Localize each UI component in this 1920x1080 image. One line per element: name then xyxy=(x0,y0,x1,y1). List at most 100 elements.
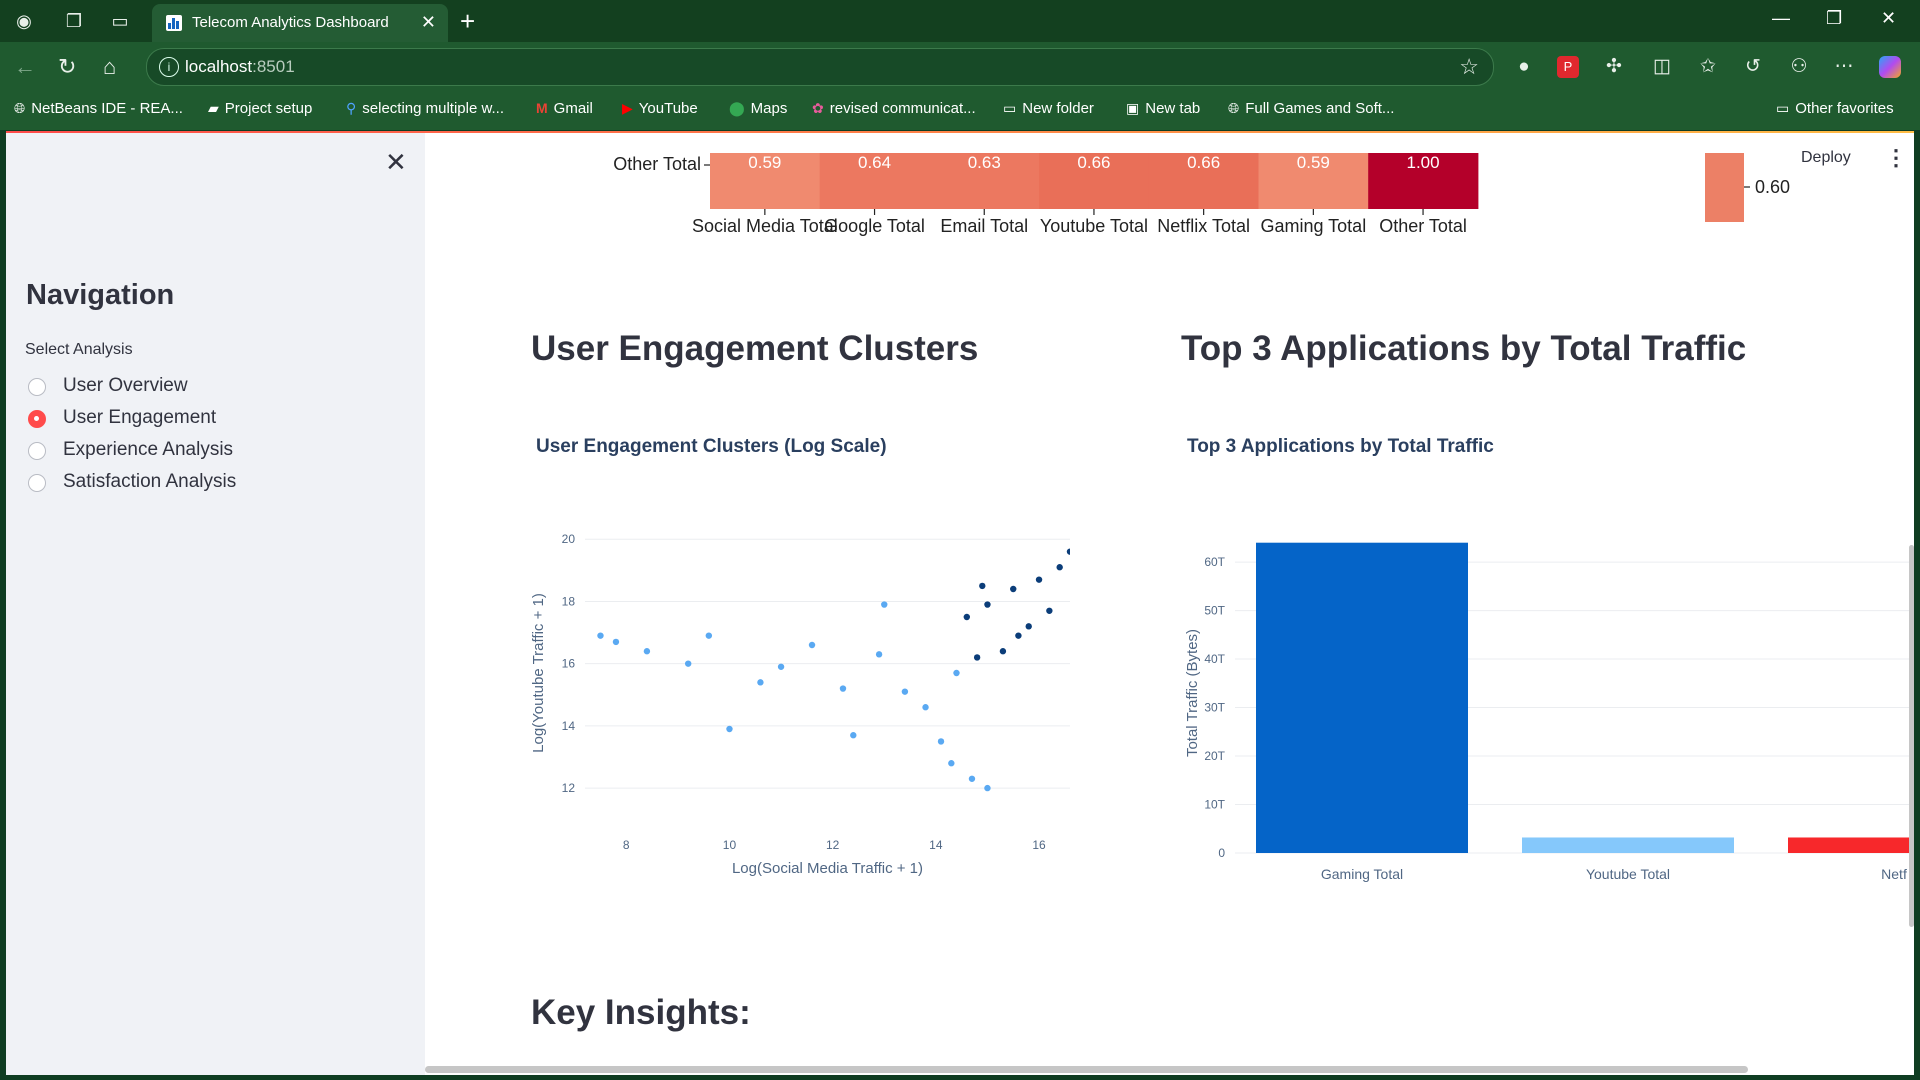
reload-icon[interactable]: ↻ xyxy=(58,54,76,80)
scatter-point xyxy=(1025,623,1032,630)
favorite-star-icon[interactable]: ☆ xyxy=(1459,54,1479,80)
section-heading-key-insights: Key Insights: xyxy=(531,993,751,1032)
url-text: localhost:8501 xyxy=(185,57,295,76)
bookmark-full-games[interactable]: 🌐︎ Full Games and Soft... xyxy=(1228,100,1394,117)
browser-tab[interactable]: Telecom Analytics Dashboard ✕ xyxy=(152,4,448,42)
back-icon[interactable]: ← xyxy=(14,54,36,80)
close-sidebar-icon[interactable]: ✕ xyxy=(385,147,407,178)
bar-x-tick-label: Netf xyxy=(1881,866,1907,882)
home-icon[interactable]: ⌂ xyxy=(103,54,116,80)
site-info-icon[interactable]: i xyxy=(159,57,179,77)
horizontal-scrollbar[interactable] xyxy=(425,1066,1748,1073)
bar-y-tick-label: 0 xyxy=(1218,846,1225,860)
heatmap-column-label: Netflix Total xyxy=(1157,216,1250,236)
radio-circle-icon xyxy=(28,474,46,492)
workspaces-icon[interactable]: ❐ xyxy=(62,9,86,33)
scatter-x-axis-label: Log(Social Media Traffic + 1) xyxy=(732,860,923,877)
engagement-scatter-chart: 12 14 16 18 20 8 10 12 14 16 Log(Social Media Traf… xyxy=(530,532,1070,877)
more-options-icon[interactable]: ⋯ xyxy=(1833,56,1855,78)
heatmap-cell-value: 0.59 xyxy=(748,153,781,172)
split-screen-icon[interactable]: ◫ xyxy=(1651,56,1673,78)
bookmark-revised-communication[interactable]: ✿ revised communicat... xyxy=(812,100,976,117)
history-icon[interactable]: ↺ xyxy=(1742,56,1764,78)
scatter-point xyxy=(1035,576,1043,583)
sidebar: ✕ Navigation Select Analysis User Overvi… xyxy=(6,133,425,1075)
extensions-puzzle-icon[interactable]: ✣ xyxy=(1603,56,1625,78)
bar-y-tick-label: 10T xyxy=(1204,798,1225,812)
heatmap-column-label: Email Total xyxy=(940,216,1028,236)
tab-actions-icon[interactable]: ▭ xyxy=(108,9,132,33)
correlation-heatmap: Other Total 0.59 0.64 0.63 0.66 0.66 0.59 1.00… xyxy=(613,153,1790,236)
bar-y-tick-label: 60T xyxy=(1204,555,1225,569)
tab-title: Telecom Analytics Dashboard xyxy=(192,14,389,31)
folder-icon: ▭ xyxy=(1003,100,1017,116)
scatter-point xyxy=(922,704,929,711)
other-favorites[interactable]: ▭ Other favorites xyxy=(1776,100,1894,117)
select-analysis-label: Select Analysis xyxy=(25,341,133,358)
scatter-point xyxy=(881,601,888,608)
scatter-point xyxy=(999,648,1007,655)
restore-icon[interactable]: ❐ xyxy=(1826,8,1842,29)
scatter-y-axis-label: Log(Youtube Traffic + 1) xyxy=(530,593,547,753)
gmail-icon: M xyxy=(536,100,548,116)
extension-icon[interactable]: ● xyxy=(1513,56,1535,78)
heatmap-cell-value: 0.66 xyxy=(1077,153,1110,172)
top-apps-bar-chart: 0 10T 20T 30T 40T 50T 60T Gaming Total Youtube T… xyxy=(1184,542,1914,882)
browser-profile-icon[interactable]: ◉ xyxy=(12,9,36,33)
scatter-y-tick-label: 14 xyxy=(562,719,576,733)
favorites-icon[interactable]: ✩ xyxy=(1697,56,1719,78)
heatmap-column-label: Social Media Total xyxy=(692,216,838,236)
scatter-point xyxy=(948,760,955,767)
radio-satisfaction-analysis[interactable]: Satisfaction Analysis xyxy=(28,470,268,498)
radio-user-overview[interactable]: User Overview xyxy=(28,374,268,402)
bookmark-maps[interactable]: ⬤ Maps xyxy=(729,100,787,117)
heatmap-column-label: Youtube Total xyxy=(1040,216,1148,236)
globe-icon: 🌐︎ xyxy=(14,100,26,116)
scatter-y-tick-label: 16 xyxy=(562,657,576,671)
bookmark-selecting-multiple[interactable]: ⚲ selecting multiple w... xyxy=(346,100,504,117)
radio-experience-analysis[interactable]: Experience Analysis xyxy=(28,438,268,466)
scatter-point xyxy=(979,582,986,590)
heatmap-column-label: Other Total xyxy=(1379,216,1467,236)
bookmarks-bar: 🌐︎ NetBeans IDE - REA... ▰ Project setup ⚲… xyxy=(0,92,1920,130)
address-bar-row: ← ↻ ⌂ i localhost:8501 ☆ ● P ✣ ◫ ✩ ↺ ⚇ ⋯ xyxy=(0,42,1920,92)
bar xyxy=(1522,837,1734,853)
radio-circle-icon xyxy=(28,442,46,460)
minimize-icon[interactable]: — xyxy=(1772,8,1790,29)
address-bar[interactable]: i localhost:8501 ☆ xyxy=(146,48,1494,86)
scatter-point xyxy=(1015,632,1022,639)
folder-icon: ▭ xyxy=(1776,100,1790,116)
site-icon: ✿ xyxy=(812,100,824,116)
scatter-point xyxy=(937,738,945,745)
bar-x-tick-label: Youtube Total xyxy=(1586,866,1670,882)
browser-essentials-icon[interactable]: ⚇ xyxy=(1788,56,1810,78)
bookmark-netbeans[interactable]: 🌐︎ NetBeans IDE - REA... xyxy=(14,100,183,117)
radio-user-engagement[interactable]: User Engagement xyxy=(28,406,268,434)
scatter-point xyxy=(953,669,960,677)
bookmark-youtube[interactable]: ▶ YouTube xyxy=(622,100,698,117)
bookmark-new-folder[interactable]: ▭ New folder xyxy=(1003,100,1094,117)
scatter-point xyxy=(963,613,971,621)
scatter-point xyxy=(875,651,883,658)
scatter-point xyxy=(1056,564,1063,571)
close-window-icon[interactable]: ✕ xyxy=(1881,8,1896,29)
close-tab-icon[interactable]: ✕ xyxy=(421,12,436,33)
scatter-point xyxy=(808,641,816,649)
bookmark-gmail[interactable]: M Gmail xyxy=(536,100,593,117)
bar-y-axis-label: Total Traffic (Bytes) xyxy=(1184,629,1201,757)
vertical-scrollbar[interactable] xyxy=(1909,545,1914,927)
scatter-point xyxy=(984,784,991,792)
copilot-icon[interactable] xyxy=(1879,56,1901,78)
scatter-x-tick-label: 8 xyxy=(623,838,630,852)
extension-red-icon[interactable]: P xyxy=(1557,56,1579,78)
heatmap-column-label: Gaming Total xyxy=(1260,216,1366,236)
bookmark-project-setup[interactable]: ▰ Project setup xyxy=(208,100,312,117)
scatter-point xyxy=(777,663,785,670)
bar-chart-title: Top 3 Applications by Total Traffic xyxy=(1187,436,1494,457)
bar-y-tick-label: 20T xyxy=(1204,749,1225,763)
youtube-icon: ▶ xyxy=(622,100,633,116)
new-tab-icon[interactable]: + xyxy=(460,6,475,37)
heatmap-row-label: Other Total xyxy=(613,154,701,174)
scatter-point xyxy=(839,685,847,692)
bookmark-new-tab[interactable]: ▣ New tab xyxy=(1126,100,1200,117)
